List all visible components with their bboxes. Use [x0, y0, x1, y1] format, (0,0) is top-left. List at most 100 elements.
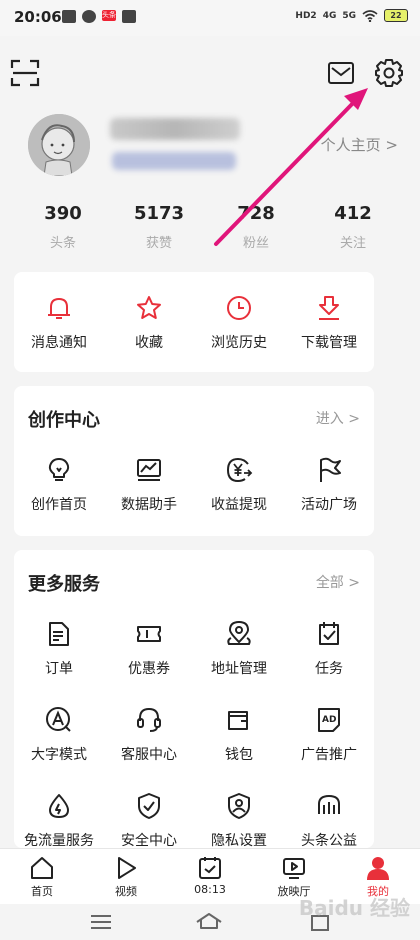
quick-label: 消息通知 [31, 335, 87, 351]
notification-icon [62, 10, 76, 23]
headset-icon [137, 707, 161, 732]
ad-icon: AD [318, 708, 340, 732]
quick-history[interactable]: 浏览历史 [194, 294, 284, 352]
service-privacy[interactable]: 隐私设置 [194, 792, 284, 848]
service-ads[interactable]: AD 广告推广 [284, 706, 374, 764]
task-icon [319, 622, 339, 645]
stat-value: 5173 [133, 203, 185, 224]
service-coupons[interactable]: 优惠券 [104, 620, 194, 678]
homepage-link[interactable]: 个人主页 > [321, 134, 398, 155]
creator-title: 创作中心 [28, 410, 100, 431]
service-label: 钱包 [225, 747, 253, 763]
stat-likes[interactable]: 5173 获赞 [114, 203, 204, 251]
toutiao-tag: 头条 [102, 10, 116, 21]
stat-value: 412 [334, 203, 372, 224]
stat-fans[interactable]: 728 粉丝 [211, 203, 301, 251]
bell-icon [48, 298, 70, 319]
ticket-icon [137, 626, 161, 642]
network-4g: 4G [322, 10, 337, 21]
mail-icon[interactable] [326, 58, 356, 88]
creator-label: 活动广场 [301, 497, 357, 513]
svg-text:AD: AD [322, 715, 336, 725]
quick-downloads[interactable]: 下载管理 [284, 294, 374, 352]
status-time: 20:06 [14, 8, 62, 26]
status-bar: 20:06 头条 HD2 4G 5G 22 [0, 0, 420, 36]
service-orders[interactable]: 订单 [14, 620, 104, 678]
service-label: 安全中心 [121, 833, 177, 848]
document-icon [49, 622, 69, 646]
service-free-data[interactable]: 免流量服务 [14, 792, 104, 848]
nav-label: 视频 [115, 885, 137, 898]
service-label: 隐私设置 [211, 833, 267, 848]
quick-label: 下载管理 [301, 335, 357, 351]
battery-icon: 22 [384, 9, 408, 22]
avatar[interactable] [28, 114, 90, 176]
service-charity[interactable]: 头条公益 [284, 792, 374, 848]
nav-label: 首页 [31, 885, 53, 898]
creator-home[interactable]: 创作首页 [14, 456, 104, 514]
nav-timer-task[interactable]: 08:13 [168, 849, 252, 905]
creator-activities[interactable]: 活动广场 [284, 456, 374, 514]
stat-label: 获赞 [145, 236, 172, 251]
services-title: 更多服务 [28, 574, 100, 595]
creator-center-card: 创作中心 进入 > 创作首页 数据助手 收益提现 活动广场 [14, 386, 374, 536]
service-address[interactable]: 地址管理 [194, 620, 284, 678]
status-right: HD2 4G 5G 22 [295, 9, 408, 22]
star-icon [137, 296, 161, 319]
service-label: 优惠券 [128, 661, 170, 677]
scan-icon[interactable] [10, 58, 40, 88]
notification-icon [82, 10, 96, 23]
creator-earnings[interactable]: 收益提现 [194, 456, 284, 514]
status-notification-icons: 头条 [62, 10, 136, 23]
stat-value: 390 [44, 203, 82, 224]
service-wallet[interactable]: 钱包 [194, 706, 284, 764]
bulb-icon [48, 458, 70, 481]
clock-task-icon [199, 857, 221, 879]
service-customer-support[interactable]: 客服中心 [104, 706, 194, 764]
service-label: 订单 [45, 661, 73, 677]
stat-label: 粉丝 [242, 236, 269, 251]
stat-label: 关注 [339, 236, 366, 251]
creator-label: 创作首页 [31, 497, 87, 513]
wifi-icon [362, 9, 378, 22]
service-label: 广告推广 [301, 747, 357, 763]
book-icon [122, 10, 136, 23]
service-label: 免流量服务 [24, 833, 94, 848]
service-label: 大字模式 [31, 747, 87, 763]
creator-label: 数据助手 [121, 497, 177, 513]
username-blurred [110, 118, 240, 140]
privacy-icon [228, 793, 250, 819]
user-icon [367, 857, 389, 880]
charity-icon [318, 794, 340, 814]
network-hd: HD2 [295, 10, 317, 21]
service-label: 地址管理 [211, 661, 267, 677]
gear-icon[interactable] [374, 58, 404, 88]
watermark-logo: Baidu 经验 [298, 896, 410, 920]
stat-articles[interactable]: 390 头条 [18, 203, 108, 251]
nav-label: 08:13 [194, 883, 226, 896]
creator-enter-link[interactable]: 进入 > [316, 408, 360, 428]
creator-label: 收益提现 [211, 497, 267, 513]
stat-value: 728 [237, 203, 275, 224]
play-icon [118, 857, 136, 879]
clock-icon [227, 296, 251, 320]
location-icon [227, 620, 251, 645]
nav-home[interactable]: 首页 [0, 849, 84, 905]
avatar-image [28, 114, 90, 176]
quick-notifications[interactable]: 消息通知 [14, 294, 104, 352]
service-large-font[interactable]: 大字模式 [14, 706, 104, 764]
home-gesture-icon[interactable] [194, 910, 224, 932]
quick-label: 收藏 [135, 335, 163, 351]
chart-icon [137, 459, 161, 481]
stat-label: 头条 [49, 236, 76, 251]
stat-following[interactable]: 412 关注 [308, 203, 398, 251]
service-label: 任务 [315, 661, 343, 677]
nav-video[interactable]: 视频 [84, 849, 168, 905]
services-all-link[interactable]: 全部 > [316, 572, 360, 592]
service-security[interactable]: 安全中心 [104, 792, 194, 848]
service-tasks[interactable]: 任务 [284, 620, 374, 678]
menu-icon[interactable] [88, 912, 114, 932]
service-label: 头条公益 [301, 833, 357, 848]
creator-data[interactable]: 数据助手 [104, 456, 194, 514]
quick-favorites[interactable]: 收藏 [104, 294, 194, 352]
